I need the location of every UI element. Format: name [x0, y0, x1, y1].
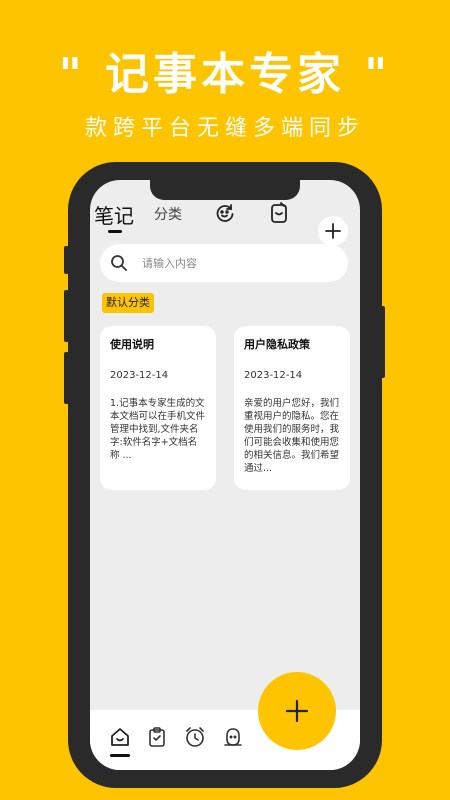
active-tab-indicator [108, 230, 122, 233]
volume-up-button [64, 246, 69, 274]
profile-icon[interactable] [222, 726, 244, 748]
power-button [380, 306, 385, 378]
note-title: 用户隐私政策 [244, 338, 310, 351]
note-title: 使用说明 [110, 338, 154, 351]
search-icon [111, 255, 127, 271]
app-header: 笔记 分类 [90, 200, 360, 246]
note-card[interactable]: 用户隐私政策 2023-12-14 亲爱的用户您好，我们重视用户的隐私。您在使用… [234, 326, 350, 490]
sync-icon[interactable] [212, 200, 238, 226]
plus-icon [325, 223, 341, 239]
tab-notes[interactable]: 笔记 [94, 200, 134, 229]
note-card[interactable]: 使用说明 2023-12-14 1.记事本专家生成的文本文档可以在手机文件管理中… [100, 326, 216, 490]
note-date: 2023-12-14 [110, 370, 169, 381]
add-note-fab[interactable] [258, 672, 336, 750]
promo-subtitle: 款跨平台无缝多端同步 [84, 116, 365, 141]
volume-low-button [64, 352, 69, 404]
active-nav-indicator [110, 754, 130, 757]
note-preview: 亲爱的用户您好，我们重视用户的隐私。您在使用我们的服务时，我们可能会收集和使用您… [244, 398, 340, 474]
note-preview: 1.记事本专家生成的文本文档可以在手机文件管理中找到,文件夹名字:软件名字+文档… [110, 398, 206, 461]
promo-title: " 记事本专家 " [58, 49, 392, 100]
note-date: 2023-12-14 [244, 370, 303, 381]
plus-icon [285, 699, 309, 723]
add-note-button-top[interactable] [318, 216, 348, 246]
clock-icon[interactable] [184, 726, 206, 748]
tab-category[interactable]: 分类 [154, 204, 182, 224]
category-badge[interactable]: 默认分类 [102, 293, 154, 313]
search-bar[interactable] [100, 244, 348, 282]
volume-down-button [64, 290, 69, 342]
edit-note-icon[interactable] [266, 200, 292, 226]
phone-notch [150, 180, 300, 200]
clipboard-icon[interactable] [146, 726, 168, 748]
home-icon[interactable] [109, 726, 131, 748]
search-input[interactable] [142, 256, 322, 270]
